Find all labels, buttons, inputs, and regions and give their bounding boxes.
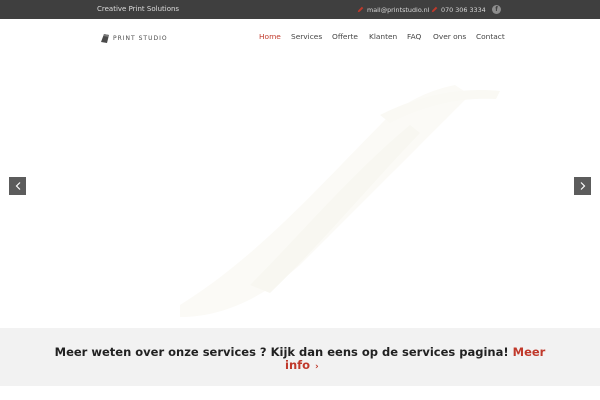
chevron-left-icon <box>15 182 20 190</box>
nav-klanten[interactable]: Klanten <box>369 31 397 43</box>
logo[interactable]: PRINT STUDIO <box>101 33 168 43</box>
page-bottom <box>0 386 600 400</box>
top-bar: Creative Print Solutions mail@printstudi… <box>0 0 600 19</box>
nav-offerte[interactable]: Offerte <box>332 31 358 43</box>
logo-text: PRINT STUDIO <box>113 34 168 42</box>
cta-banner: Meer weten over onze services ? Kijk dan… <box>0 328 600 386</box>
slide-background <box>180 85 500 317</box>
tagline: Creative Print Solutions <box>97 5 180 13</box>
nav-faq[interactable]: FAQ <box>407 31 421 43</box>
chevron-right-icon <box>580 182 585 190</box>
email-contact[interactable]: mail@printstudio.nl <box>357 4 429 15</box>
cta-link[interactable]: info › <box>285 358 319 374</box>
email-link[interactable]: mail@printstudio.nl <box>367 6 429 14</box>
pencil-icon <box>357 6 364 13</box>
facebook-icon[interactable]: f <box>492 5 501 14</box>
nav-over-ons[interactable]: Over ons <box>433 31 466 43</box>
slider-prev-button[interactable] <box>9 177 26 195</box>
cta-link-info[interactable]: info <box>285 358 310 372</box>
phone-contact[interactable]: 070 306 3334 <box>431 4 486 15</box>
nav-home[interactable]: Home <box>259 31 281 43</box>
phone-number[interactable]: 070 306 3334 <box>441 6 486 14</box>
nav-contact[interactable]: Contact <box>476 31 505 43</box>
logo-icon <box>101 33 109 43</box>
slider-next-button[interactable] <box>574 177 591 195</box>
hero-slider <box>0 55 600 328</box>
pencil-icon <box>431 6 438 13</box>
chevron-right-icon: › <box>315 362 319 372</box>
cta-text: Meer weten over onze services ? Kijk dan… <box>54 345 509 359</box>
cta-link-meer[interactable]: Meer <box>513 345 546 359</box>
header: PRINT STUDIO Home Services Offerte Klant… <box>0 19 600 55</box>
nav-services[interactable]: Services <box>291 31 322 43</box>
page: Creative Print Solutions mail@printstudi… <box>0 0 600 400</box>
cta-headline: Meer weten over onze services ? Kijk dan… <box>0 345 600 359</box>
